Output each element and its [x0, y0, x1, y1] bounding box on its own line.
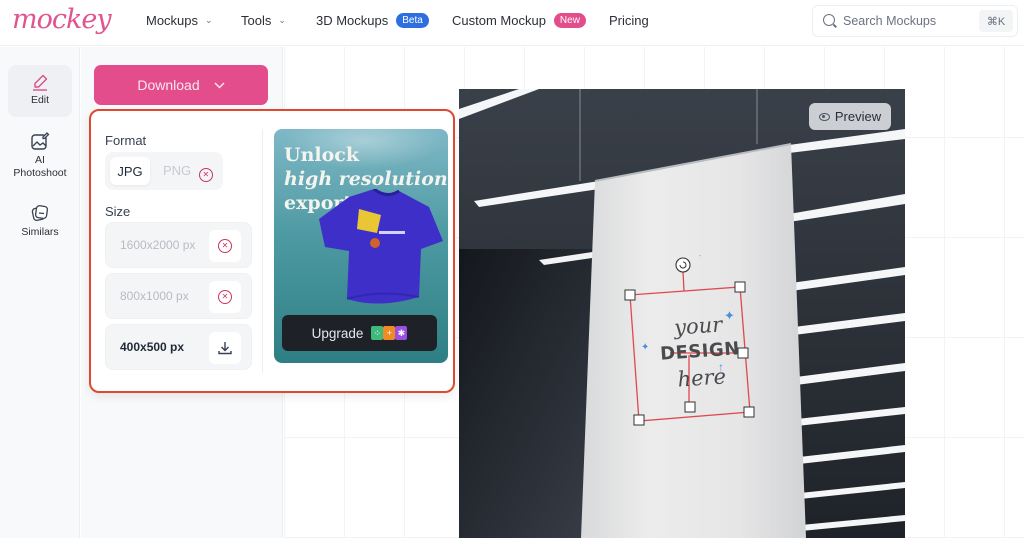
- locked-x-icon: ✕: [198, 168, 213, 182]
- chevron-down-icon: ⌄: [205, 15, 213, 25]
- chip-purple-icon: ✱: [395, 326, 408, 340]
- locked-x-icon: ✕: [218, 290, 232, 304]
- chip-orange-icon: +: [383, 326, 396, 340]
- nav-tools[interactable]: Tools ⌄: [241, 13, 286, 28]
- rotate-handle[interactable]: [675, 257, 691, 273]
- mockey-logo[interactable]: mockey: [12, 4, 112, 35]
- nav-tools-label: Tools: [241, 13, 272, 28]
- beta-badge: Beta: [396, 13, 429, 28]
- sidebar-item-label: AI Photoshoot: [13, 154, 67, 179]
- promo-line1: Unlock: [284, 144, 360, 166]
- search-input[interactable]: Search Mockups ⌘K: [812, 5, 1018, 37]
- nav-3d-mockups-label: 3D Mockups: [316, 13, 389, 28]
- promo-line2: high resolution: [284, 168, 448, 190]
- nav-mockups[interactable]: Mockups ⌄: [146, 13, 213, 28]
- upgrade-label: Upgrade: [311, 325, 364, 341]
- chevron-down-icon: ⌄: [278, 15, 286, 25]
- nav-3d-mockups[interactable]: 3D Mockups Beta: [316, 13, 429, 28]
- sparkle-icon: ✦: [641, 342, 650, 353]
- resize-handle-top-right[interactable]: [734, 281, 746, 293]
- search-placeholder: Search Mockups: [843, 14, 937, 28]
- sidebar-item-similars[interactable]: Similars: [8, 203, 72, 243]
- top-navigation-bar: mockey Mockups ⌄ Tools ⌄ 3D Mockups Beta…: [0, 0, 1024, 46]
- chip-green-icon: ⁘: [371, 326, 384, 340]
- size-option-1600x2000[interactable]: 1600x2000 px ✕: [105, 222, 252, 268]
- size-option-800x1000[interactable]: 800x1000 px ✕: [105, 273, 252, 319]
- keyboard-shortcut-hint: ⌘K: [979, 10, 1013, 32]
- download-icon: [218, 342, 232, 355]
- nav-mockups-label: Mockups: [146, 13, 199, 28]
- resize-handle-top-left[interactable]: [624, 289, 636, 301]
- size-option-label: 1600x2000 px: [120, 238, 196, 252]
- pencil-icon: [33, 74, 48, 91]
- format-png-label: PNG: [163, 163, 192, 178]
- sparkle-icon: ✦: [724, 308, 735, 323]
- design-placeholder-text: your DESIGN here: [647, 310, 752, 395]
- nav-pricing[interactable]: Pricing: [609, 13, 649, 28]
- download-size-button[interactable]: [209, 332, 241, 364]
- resize-handle-bottom-left[interactable]: [633, 414, 645, 426]
- sidebar-item-ai-photoshoot[interactable]: AI Photoshoot: [8, 131, 72, 187]
- size-option-400x500[interactable]: 400x500 px: [105, 324, 252, 370]
- sparkle-icon: ✦: [695, 255, 705, 260]
- upgrade-button[interactable]: Upgrade ⁘ + ✱: [282, 315, 437, 351]
- nav-custom-mockup-label: Custom Mockup: [452, 13, 546, 28]
- nav-custom-mockup[interactable]: Custom Mockup New: [452, 13, 586, 28]
- sidebar-item-edit[interactable]: Edit: [8, 65, 72, 117]
- locked-x-icon: ✕: [218, 239, 232, 253]
- preview-label: Preview: [834, 109, 882, 124]
- locked-button[interactable]: ✕: [209, 281, 241, 313]
- arrow-up-icon: ↑: [718, 360, 724, 374]
- download-options-popup: Format JPG PNG ✕ Size 1600x2000 px ✕ 800…: [89, 109, 455, 393]
- nav-pricing-label: Pricing: [609, 13, 649, 28]
- locked-button[interactable]: ✕: [209, 230, 241, 262]
- download-button[interactable]: Download: [94, 65, 268, 105]
- upgrade-promo-card[interactable]: Unlock high resolution export Upgrade ⁘ …: [274, 129, 448, 363]
- tshirt-image: [319, 189, 443, 304]
- format-jpg-option[interactable]: JPG: [110, 157, 150, 185]
- size-option-label: 400x500 px: [120, 340, 185, 354]
- chevron-down-icon: [214, 81, 225, 89]
- size-option-label: 800x1000 px: [120, 289, 189, 303]
- size-label: Size: [105, 204, 131, 219]
- eye-icon: [818, 112, 830, 121]
- left-tool-rail: Edit AI Photoshoot Similars: [0, 47, 80, 538]
- sidebar-item-label: Similars: [21, 226, 59, 238]
- format-selector: JPG PNG ✕: [105, 152, 223, 190]
- format-label: Format: [105, 133, 147, 148]
- search-icon: [823, 14, 835, 26]
- sidebar-item-label: Edit: [30, 94, 50, 106]
- resize-handle-bottom[interactable]: [684, 401, 696, 413]
- plan-chips: ⁘ + ✱: [371, 326, 408, 340]
- divider: [262, 129, 263, 373]
- stack-icon: [31, 205, 49, 222]
- ai-photo-icon: [31, 132, 50, 150]
- new-badge: New: [553, 13, 586, 28]
- format-png-option[interactable]: PNG ✕: [163, 163, 213, 182]
- preview-button[interactable]: Preview: [809, 103, 891, 130]
- resize-handle-bottom-right[interactable]: [743, 406, 755, 418]
- download-label: Download: [137, 77, 200, 93]
